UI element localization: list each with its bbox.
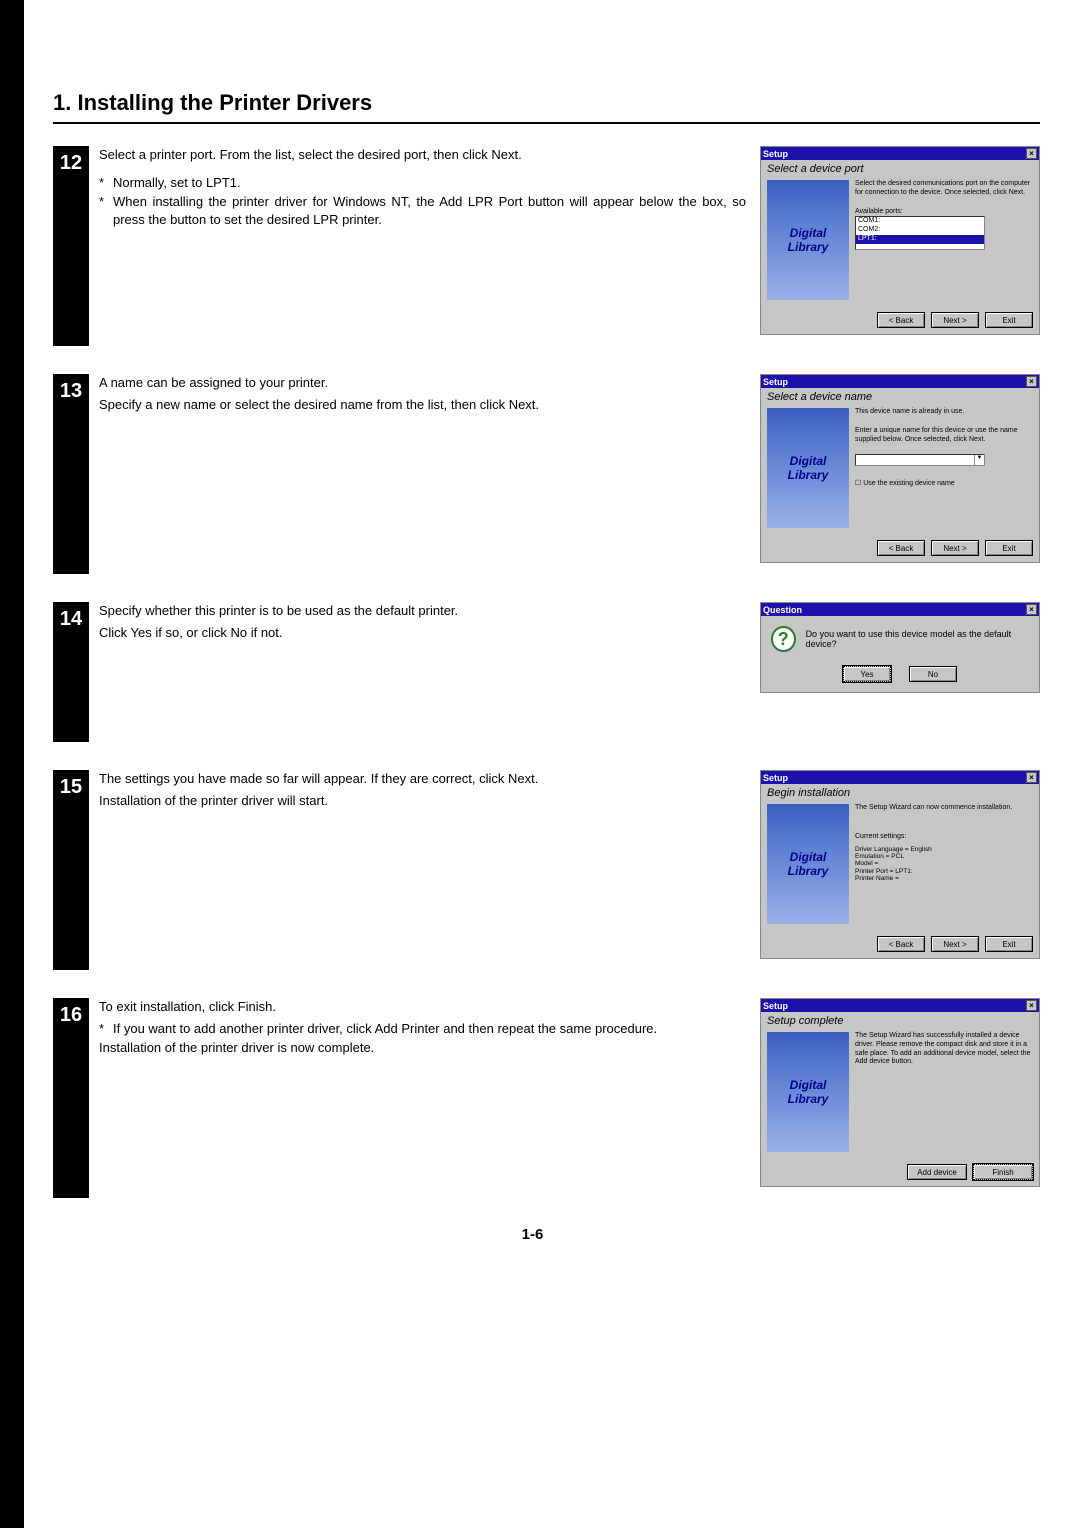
back-button[interactable]: < Back: [877, 312, 925, 328]
exit-button[interactable]: Exit: [985, 312, 1033, 328]
question-text: Do you want to use this device model as …: [806, 629, 1029, 649]
dialog-title: Setup: [763, 773, 788, 783]
wizard-logo: DigitalLibrary: [767, 408, 849, 528]
step-number: 16: [53, 998, 89, 1198]
next-button[interactable]: Next >: [931, 936, 979, 952]
wizard-logo: DigitalLibrary: [767, 1032, 849, 1152]
close-icon[interactable]: ×: [1026, 604, 1037, 615]
device-name-combobox[interactable]: ▼: [855, 454, 985, 466]
yes-button[interactable]: Yes: [843, 666, 891, 682]
question-icon: ?: [771, 626, 796, 652]
close-icon[interactable]: ×: [1026, 376, 1037, 387]
dialog-subtitle: Begin installation: [761, 784, 1039, 802]
close-icon[interactable]: ×: [1026, 1000, 1037, 1011]
step-text: To exit installation, click Finish. *If …: [99, 998, 760, 1061]
step-number: 14: [53, 602, 89, 742]
wizard-logo: DigitalLibrary: [767, 804, 849, 924]
step-number: 15: [53, 770, 89, 970]
step-14: 14 Specify whether this printer is to be…: [53, 602, 1040, 742]
exit-button[interactable]: Exit: [985, 936, 1033, 952]
step-number: 13: [53, 374, 89, 574]
close-icon[interactable]: ×: [1026, 148, 1037, 159]
dialog-subtitle: Setup complete: [761, 1012, 1039, 1030]
step-13: 13 A name can be assigned to your printe…: [53, 374, 1040, 574]
settings-summary: Driver Language = English Emulation = PC…: [855, 846, 1033, 883]
setup-dialog-port: Setup × Select a device port DigitalLibr…: [760, 146, 1040, 335]
next-button[interactable]: Next >: [931, 312, 979, 328]
step-text: Specify whether this printer is to be us…: [99, 602, 760, 645]
finish-button[interactable]: Finish: [973, 1164, 1033, 1180]
question-dialog: Question × ? Do you want to use this dev…: [760, 602, 1040, 693]
step-number: 12: [53, 146, 89, 346]
step-15: 15 The settings you have made so far wil…: [53, 770, 1040, 970]
dialog-title: Question: [763, 605, 802, 615]
back-button[interactable]: < Back: [877, 540, 925, 556]
page-title: 1. Installing the Printer Drivers: [53, 90, 1040, 124]
dialog-subtitle: Select a device name: [761, 388, 1039, 406]
page-number: 1-6: [25, 1226, 1040, 1243]
step-text: The settings you have made so far will a…: [99, 770, 760, 813]
add-device-button[interactable]: Add device: [907, 1164, 967, 1180]
left-margin-bar: [0, 0, 24, 1528]
next-button[interactable]: Next >: [931, 540, 979, 556]
dialog-title: Setup: [763, 149, 788, 159]
step-12: 12 Select a printer port. From the list,…: [53, 146, 1040, 346]
port-listbox[interactable]: COM1: COM2: LPT1:: [855, 216, 985, 250]
dialog-title: Setup: [763, 377, 788, 387]
document-page: 1. Installing the Printer Drivers 12 Sel…: [0, 0, 1080, 1528]
setup-dialog-name: Setup × Select a device name DigitalLibr…: [760, 374, 1040, 563]
back-button[interactable]: < Back: [877, 936, 925, 952]
wizard-logo: DigitalLibrary: [767, 180, 849, 300]
exit-button[interactable]: Exit: [985, 540, 1033, 556]
dialog-subtitle: Select a device port: [761, 160, 1039, 178]
setup-dialog-complete: Setup × Setup complete DigitalLibrary Th…: [760, 998, 1040, 1187]
step-16: 16 To exit installation, click Finish. *…: [53, 998, 1040, 1198]
no-button[interactable]: No: [909, 666, 957, 682]
step-text: Select a printer port. From the list, se…: [99, 146, 760, 228]
use-existing-checkbox[interactable]: ☐ Use the existing device name: [855, 480, 1033, 489]
step-text: A name can be assigned to your printer. …: [99, 374, 760, 417]
dialog-title: Setup: [763, 1001, 788, 1011]
setup-dialog-begin: Setup × Begin installation DigitalLibrar…: [760, 770, 1040, 959]
close-icon[interactable]: ×: [1026, 772, 1037, 783]
